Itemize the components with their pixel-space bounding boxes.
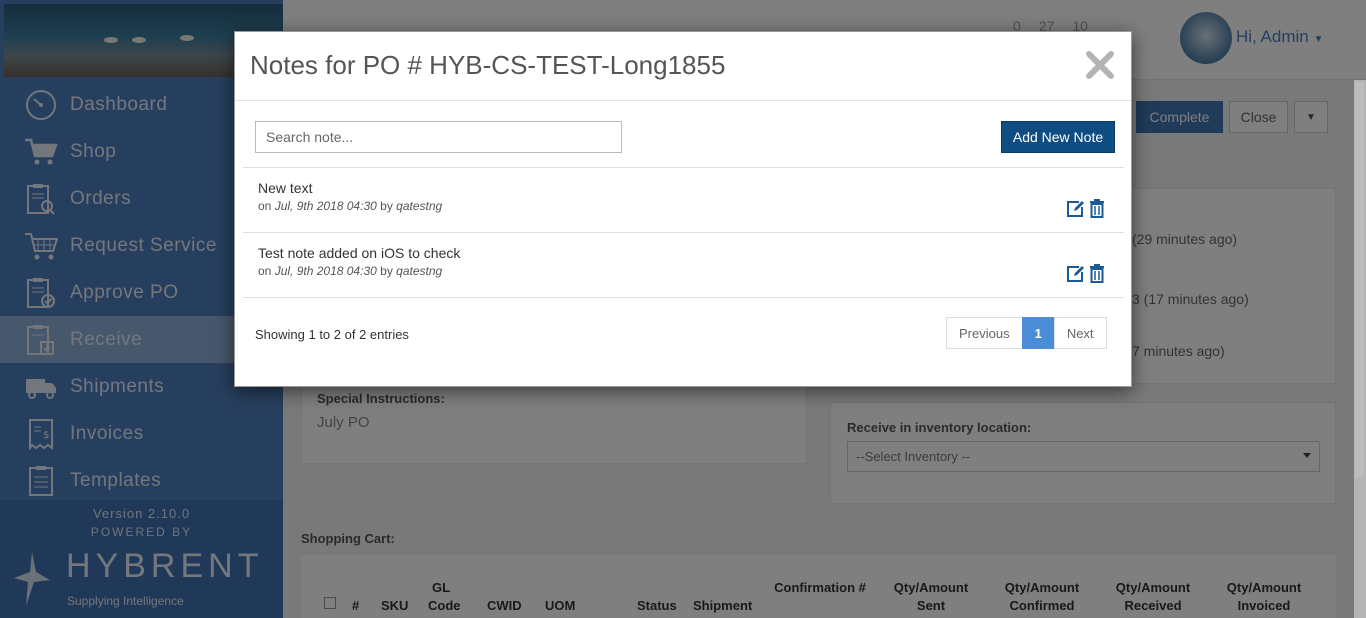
note-text: Test note added on iOS to check	[258, 245, 461, 261]
pagination: Previous 1 Next	[946, 317, 1107, 349]
note-meta-by: by	[380, 199, 393, 213]
edit-icon[interactable]	[1065, 264, 1085, 284]
previous-page-button[interactable]: Previous	[946, 317, 1023, 349]
notes-list: New text on Jul, 9th 2018 04:30 by qates…	[243, 167, 1124, 298]
page-scrollbar-thumb[interactable]	[1355, 82, 1364, 477]
modal-title: Notes for PO # HYB-CS-TEST-Long1855	[250, 50, 726, 80]
note-text: New text	[258, 180, 313, 196]
note-date: Jul, 9th 2018 04:30	[274, 264, 377, 278]
list-item: Test note added on iOS to check on Jul, …	[243, 233, 1124, 298]
note-author: qatestng	[396, 264, 443, 278]
note-meta: on Jul, 9th 2018 04:30 by qatestng	[258, 264, 442, 278]
modal-header: Notes for PO # HYB-CS-TEST-Long1855	[235, 32, 1131, 101]
add-new-note-button[interactable]: Add New Note	[1001, 121, 1115, 153]
trash-icon[interactable]	[1089, 199, 1105, 218]
note-meta-prefix: on	[258, 264, 272, 278]
edit-icon[interactable]	[1065, 199, 1085, 219]
note-meta-by: by	[380, 264, 393, 278]
note-meta-prefix: on	[258, 199, 272, 213]
trash-icon[interactable]	[1089, 264, 1105, 283]
list-item: New text on Jul, 9th 2018 04:30 by qates…	[243, 168, 1124, 233]
note-date: Jul, 9th 2018 04:30	[274, 199, 377, 213]
search-note-input[interactable]	[255, 121, 622, 153]
next-page-button[interactable]: Next	[1053, 317, 1107, 349]
entries-info: Showing 1 to 2 of 2 entries	[255, 327, 409, 342]
close-icon[interactable]	[1085, 50, 1115, 80]
note-meta: on Jul, 9th 2018 04:30 by qatestng	[258, 199, 442, 213]
note-author: qatestng	[396, 199, 443, 213]
page-1-button[interactable]: 1	[1021, 317, 1055, 349]
notes-modal: Notes for PO # HYB-CS-TEST-Long1855 Add …	[234, 31, 1132, 387]
